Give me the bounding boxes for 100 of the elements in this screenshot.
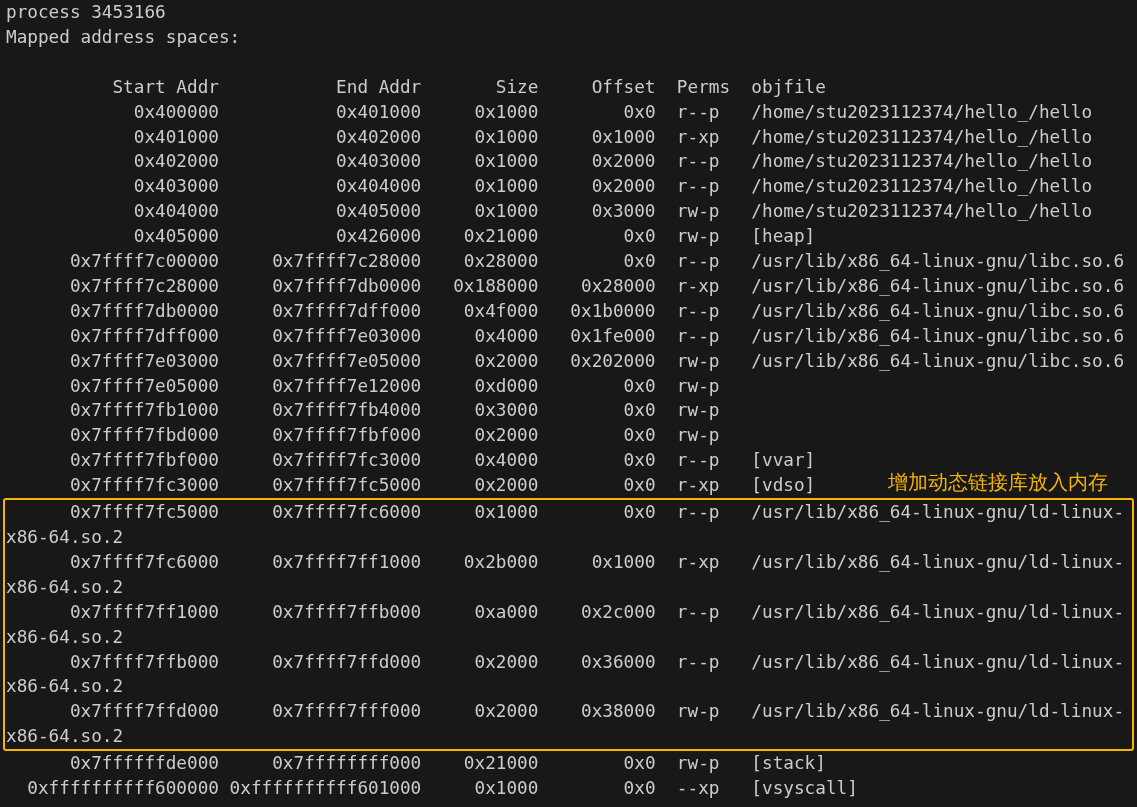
table-cell-text: 0x1000	[473, 125, 539, 149]
table-cell-text: 0x0	[622, 399, 656, 423]
table-cell-text: 0x4f000	[462, 299, 539, 323]
table-cell-text: r-xp	[676, 274, 721, 298]
table-cell-text: 0x2000	[473, 349, 539, 373]
table-cell-text: 0x188000	[452, 274, 539, 298]
table-cell-text: 0x21000	[462, 225, 539, 249]
table-cell-text: 0xd000	[473, 374, 539, 398]
table-cell-text: 0x202000	[569, 349, 656, 373]
table-cell-text: 0x1000	[473, 150, 539, 174]
column-header: Offset	[590, 75, 656, 99]
table-cell-text: 0x7ffffffde000	[68, 752, 219, 776]
table-cell-text: r-xp	[676, 125, 721, 149]
table-cell-text: 0x405000	[132, 225, 219, 249]
column-header: Start Addr	[111, 75, 219, 99]
table-cell: /home/stu2023112374/hello_/hello	[751, 176, 1093, 197]
column-header: Perms	[676, 75, 732, 99]
table-cell-text: 0x1b0000	[569, 299, 656, 323]
table-cell: /usr/lib/x86_64-linux-gnu/libc.so.6	[751, 325, 1125, 346]
table-cell-text: 0x1000	[473, 100, 539, 124]
table-cell-text: 0x7ffff7fb1000	[68, 399, 219, 423]
table-cell-text: 0x7ffff7c28000	[68, 274, 219, 298]
table-cell-text: 0x426000	[335, 225, 422, 249]
table-cell-text: --xp	[676, 777, 721, 801]
table-cell: /usr/lib/x86_64-linux-gnu/libc.so.6	[751, 350, 1125, 371]
column-header: objfile	[751, 75, 827, 99]
table-cell: [heap]	[751, 226, 816, 247]
table-cell-text: 0x28000	[462, 250, 539, 274]
table-cell-text: 0x0	[622, 100, 656, 124]
table-cell-text: 0x0	[622, 250, 656, 274]
table-cell-text: r--p	[676, 250, 721, 274]
table-cell-text: rw-p	[676, 374, 721, 398]
table-cell-text: 0x7ffff7c00000	[68, 250, 219, 274]
table-cell-text: 0x7ffff7dff000	[271, 299, 422, 323]
table-cell: /usr/lib/x86_64-linux-gnu/libc.so.6	[751, 251, 1125, 272]
table-cell-text: r--p	[676, 324, 721, 348]
table-cell-text: 0x2000	[590, 150, 656, 174]
table-cell: /home/stu2023112374/hello_/hello	[751, 126, 1093, 147]
table-cell: [stack]	[751, 753, 826, 774]
table-cell-text: rw-p	[676, 752, 721, 776]
table-cell-text: rw-p	[676, 399, 721, 423]
table-cell-text: 0x21000	[462, 752, 539, 776]
table-cell-text: 0x403000	[335, 150, 422, 174]
table-cell-text: 0x0	[622, 424, 656, 448]
table-cell-text: 0x7ffff7db0000	[68, 299, 219, 323]
table-cell-text: 0x402000	[132, 150, 219, 174]
table-cell: /home/stu2023112374/hello_/hello	[751, 151, 1093, 172]
table-cell-text: 0x7ffff7e05000	[271, 349, 422, 373]
table-cell-text: 0x7ffff7fbd000	[68, 424, 219, 448]
table-cell-text: 0x2000	[473, 474, 539, 498]
table-cell-text: 0x3000	[590, 200, 656, 224]
table-cell-text: 0x7ffff7dff000	[68, 324, 219, 348]
table-cell-text: 0x403000	[132, 175, 219, 199]
table-cell-text: 0x0	[622, 752, 656, 776]
table-cell-text: 0x7ffff7e03000	[271, 324, 422, 348]
table-cell: /usr/lib/x86_64-linux-gnu/libc.so.6	[751, 275, 1125, 296]
table-cell-text: r-xp	[676, 474, 721, 498]
table-cell-text: rw-p	[676, 424, 721, 448]
table-cell-text: 0x1000	[590, 125, 656, 149]
table-cell-text: 0x2000	[473, 424, 539, 448]
table-cell-text: 0x0	[622, 374, 656, 398]
table-cell-text: 0x1000	[473, 175, 539, 199]
table-cell-text: 0x0	[622, 474, 656, 498]
table-cell-text: 0x4000	[473, 324, 539, 348]
table-cell: [vsyscall]	[751, 778, 858, 799]
table-cell-text: 0x402000	[335, 125, 422, 149]
table-cell: /home/stu2023112374/hello_/hello	[751, 201, 1093, 222]
table-cell-text: 0x7ffff7db0000	[271, 274, 422, 298]
table-cell-text: 0x0	[622, 225, 656, 249]
table-cell-text: 0x401000	[335, 100, 422, 124]
table-cell: [vvar]	[751, 450, 816, 471]
table-cell-text: 0x3000	[473, 399, 539, 423]
table-cell-text: 0x28000	[580, 274, 656, 298]
table-cell-text: 0x0	[622, 777, 656, 801]
column-header: End Addr	[335, 75, 422, 99]
table-cell-text: 0x4000	[473, 449, 539, 473]
table-cell-text: r--p	[676, 175, 721, 199]
table-cell-text: 0x1000	[473, 200, 539, 224]
terminal-line: Mapped address spaces:	[6, 25, 241, 49]
table-cell-text: 0x2000	[590, 175, 656, 199]
table-cell-text: 0x401000	[132, 125, 219, 149]
table-cell-text: 0x7ffffffff000	[271, 752, 422, 776]
table-cell-text: 0x1fe000	[569, 324, 656, 348]
table-cell-text: 0x1000	[473, 777, 539, 801]
table-cell-text: 0xffffffffff600000	[26, 777, 219, 801]
table-cell-text: r--p	[676, 150, 721, 174]
table-cell-text: 0x7ffff7e05000	[68, 374, 219, 398]
table-cell-text: 0x7ffff7fc3000	[68, 474, 219, 498]
column-header: Size	[494, 75, 539, 99]
table-cell-text: r--p	[676, 299, 721, 323]
table-cell-text: 0x7ffff7fb4000	[271, 399, 422, 423]
terminal-line: process 3453166	[6, 1, 166, 24]
table-cell-text: rw-p	[676, 200, 721, 224]
table-cell-text: 0x7ffff7fc5000	[271, 474, 422, 498]
table-cell-text: 0x7ffff7e03000	[68, 349, 219, 373]
table-cell-text: 0x7ffff7fbf000	[271, 424, 422, 448]
table-cell-text: 0xffffffffff601000	[228, 777, 422, 801]
table-cell-text: 0x7ffff7e12000	[271, 374, 422, 398]
table-cell-text: 0x405000	[335, 200, 422, 224]
table-cell-text: r--p	[676, 100, 721, 124]
